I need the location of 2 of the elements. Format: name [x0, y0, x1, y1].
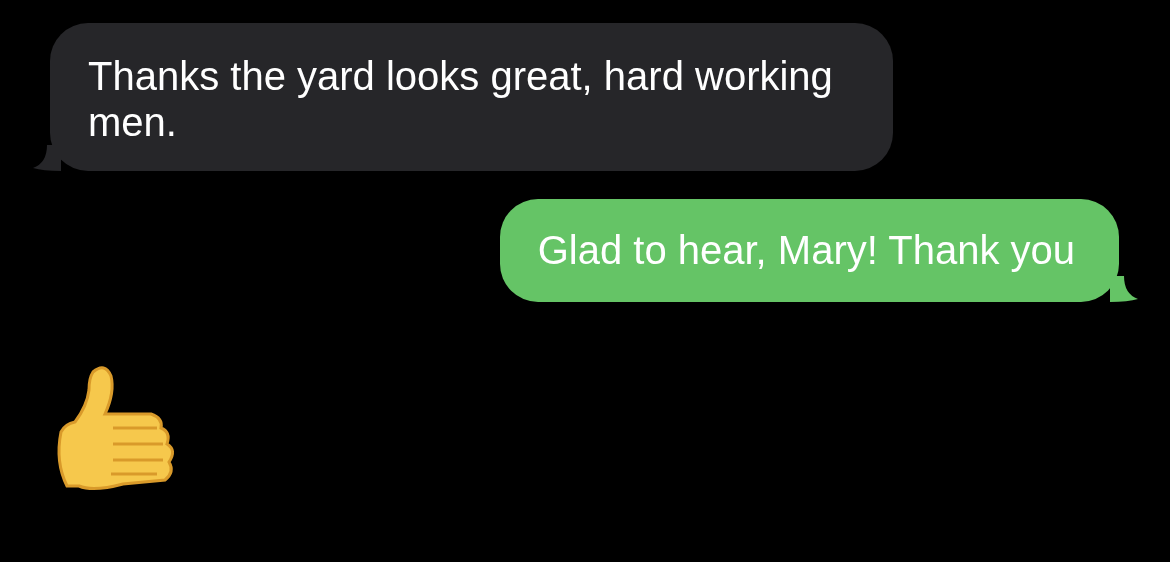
bubble-tail-icon	[1110, 276, 1138, 302]
bubble-tail-icon	[33, 145, 61, 171]
